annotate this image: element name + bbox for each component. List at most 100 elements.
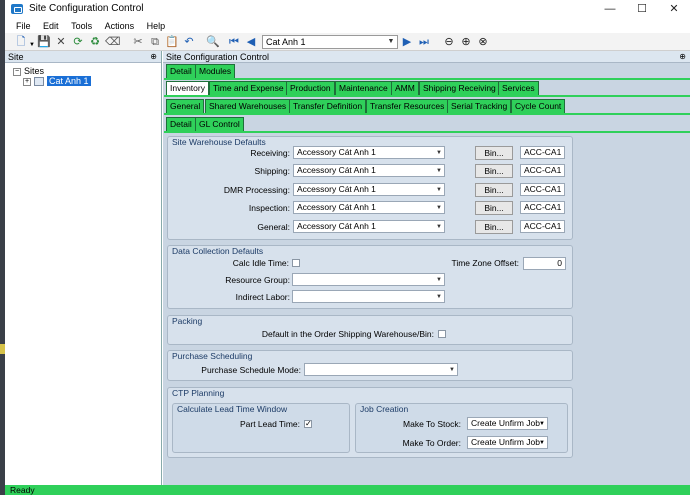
tab-gl-detail[interactable]: Detail: [166, 117, 196, 131]
general-bin-button[interactable]: Bin...: [475, 220, 513, 234]
shipping-bin-field[interactable]: ACC-CA1: [520, 164, 565, 177]
tab-row-rule: [164, 131, 690, 133]
time-zone-offset-field[interactable]: 0: [523, 257, 566, 270]
site-icon: [34, 77, 44, 87]
tab-general[interactable]: General: [166, 99, 205, 113]
tab-production[interactable]: Production: [286, 81, 335, 95]
forward-icon[interactable]: ⊕: [459, 35, 473, 49]
chevron-down-icon[interactable]: ▼: [436, 148, 442, 158]
delete-icon[interactable]: ✕: [54, 35, 68, 49]
config-panel-header: Site Configuration Control ⊕: [163, 51, 690, 63]
packing-title: Packing: [172, 316, 203, 326]
tab-transfer-resources[interactable]: Transfer Resources: [366, 99, 449, 113]
tab-detail[interactable]: Detail: [166, 64, 196, 78]
tab-modules[interactable]: Modules: [195, 64, 236, 78]
dmr-processing-bin-button[interactable]: Bin...: [475, 183, 513, 197]
tree-node-sites-label: Sites: [24, 66, 45, 76]
tab-shared-warehouses[interactable]: Shared Warehouses: [205, 99, 291, 113]
config-panel-title: Site Configuration Control: [166, 52, 270, 62]
previous-record-icon[interactable]: ◀: [244, 35, 258, 49]
collapse-icon[interactable]: −: [13, 67, 21, 76]
copy-icon[interactable]: ⧉: [148, 35, 162, 49]
shipping-warehouse-combo[interactable]: Accessory Cát Anh 1 ▼: [293, 164, 445, 177]
inspection-warehouse-combo[interactable]: Accessory Cát Anh 1 ▼: [293, 201, 445, 214]
menu-tools[interactable]: Tools: [71, 19, 92, 33]
inspection-bin-field[interactable]: ACC-CA1: [520, 201, 565, 214]
indirect-labor-combo[interactable]: ▼: [292, 290, 445, 303]
close-button[interactable]: ✕: [658, 0, 690, 18]
search-icon[interactable]: 🔍: [206, 35, 220, 49]
tab-shipping-receiving[interactable]: Shipping Receiving: [419, 81, 500, 95]
pin-icon[interactable]: ⊕: [679, 51, 686, 63]
clear-icon[interactable]: ⌫: [105, 35, 121, 49]
menu-edit[interactable]: Edit: [43, 19, 59, 33]
calc-idle-time-checkbox[interactable]: [292, 259, 300, 267]
chevron-down-icon[interactable]: ▼: [436, 203, 442, 213]
tab-services[interactable]: Services: [498, 81, 539, 95]
chevron-down-icon[interactable]: ▼: [386, 37, 396, 47]
tab-gl-control[interactable]: GL Control: [195, 117, 244, 131]
resource-group-combo[interactable]: ▼: [292, 273, 445, 286]
part-lead-time-checkbox[interactable]: ✓: [304, 420, 312, 428]
chevron-down-icon[interactable]: ▼: [436, 166, 442, 176]
inspection-bin-button[interactable]: Bin...: [475, 201, 513, 215]
save-icon[interactable]: 💾: [37, 35, 51, 49]
paste-icon[interactable]: 📋: [165, 35, 179, 49]
undo-icon[interactable]: ↶: [182, 35, 196, 49]
first-record-icon[interactable]: ⏮: [227, 35, 241, 49]
dmr-processing-warehouse-combo[interactable]: Accessory Cát Anh 1 ▼: [293, 183, 445, 196]
general-warehouse-value: Accessory Cát Anh 1: [297, 221, 376, 231]
last-record-icon[interactable]: ⏭: [417, 35, 431, 49]
inspection-warehouse-value: Accessory Cát Anh 1: [297, 202, 376, 212]
default-order-shipping-label: Default in the Order Shipping Warehouse/…: [261, 329, 434, 339]
tree-node-sites[interactable]: − Sites: [13, 66, 44, 76]
shipping-warehouse-value: Accessory Cát Anh 1: [297, 165, 376, 175]
menu-bar: File Edit Tools Actions Help: [5, 19, 690, 33]
purchase-schedule-mode-combo[interactable]: ▼: [304, 363, 458, 376]
expand-icon[interactable]: +: [23, 77, 31, 86]
general-warehouse-combo[interactable]: Accessory Cát Anh 1 ▼: [293, 220, 445, 233]
tab-amm[interactable]: AMM: [391, 81, 419, 95]
chevron-down-icon[interactable]: ▼: [539, 419, 545, 429]
menu-help[interactable]: Help: [147, 19, 166, 33]
back-icon[interactable]: ⊖: [442, 35, 456, 49]
tree-node-site[interactable]: + Cat Anh 1: [23, 76, 91, 87]
inspection-label: Inspection:: [248, 203, 290, 213]
chevron-down-icon[interactable]: ▼: [436, 185, 442, 195]
site-tree-panel: Site ⊕ − Sites + Cat Anh 1: [5, 51, 162, 485]
make-to-stock-combo[interactable]: Create Unfirm Job ▼: [467, 417, 548, 430]
pin-icon[interactable]: ⊕: [150, 51, 157, 63]
purchase-scheduling-title: Purchase Scheduling: [172, 351, 253, 361]
receiving-bin-button[interactable]: Bin...: [475, 146, 513, 160]
next-record-icon[interactable]: ▶: [400, 35, 414, 49]
chevron-down-icon[interactable]: ▼: [436, 292, 442, 302]
make-to-order-combo[interactable]: Create Unfirm Job ▼: [467, 436, 548, 449]
time-zone-offset-label: Time Zone Offset:: [451, 258, 519, 268]
default-order-shipping-checkbox[interactable]: [438, 330, 446, 338]
tab-cycle-count[interactable]: Cycle Count: [511, 99, 566, 113]
record-navigator-combo[interactable]: Cat Anh 1 ▼: [262, 35, 398, 49]
dmr-processing-bin-field[interactable]: ACC-CA1: [520, 183, 565, 196]
menu-actions[interactable]: Actions: [105, 19, 135, 33]
receiving-bin-field[interactable]: ACC-CA1: [520, 146, 565, 159]
tab-inventory[interactable]: Inventory: [166, 81, 209, 95]
cut-icon[interactable]: ✂: [131, 35, 145, 49]
chevron-down-icon[interactable]: ▼: [436, 222, 442, 232]
maximize-button[interactable]: ☐: [626, 0, 658, 18]
chevron-down-icon[interactable]: ▼: [436, 275, 442, 285]
tab-serial-tracking[interactable]: Serial Tracking: [447, 99, 512, 113]
tab-time-and-expense[interactable]: Time and Expense: [209, 81, 288, 95]
refresh-icon[interactable]: ⟳: [71, 35, 85, 49]
window-title: Site Configuration Control: [29, 3, 144, 14]
shipping-bin-button[interactable]: Bin...: [475, 164, 513, 178]
minimize-button[interactable]: —: [594, 0, 626, 18]
tab-maintenance[interactable]: Maintenance: [335, 81, 392, 95]
chevron-down-icon[interactable]: ▼: [449, 365, 455, 375]
refresh-all-icon[interactable]: ♻: [88, 35, 102, 49]
menu-file[interactable]: File: [16, 19, 31, 33]
stop-icon[interactable]: ⊗: [476, 35, 490, 49]
tab-transfer-definition[interactable]: Transfer Definition: [289, 99, 367, 113]
chevron-down-icon[interactable]: ▼: [539, 438, 545, 448]
general-bin-field[interactable]: ACC-CA1: [520, 220, 565, 233]
receiving-warehouse-combo[interactable]: Accessory Cát Anh 1 ▼: [293, 146, 445, 159]
